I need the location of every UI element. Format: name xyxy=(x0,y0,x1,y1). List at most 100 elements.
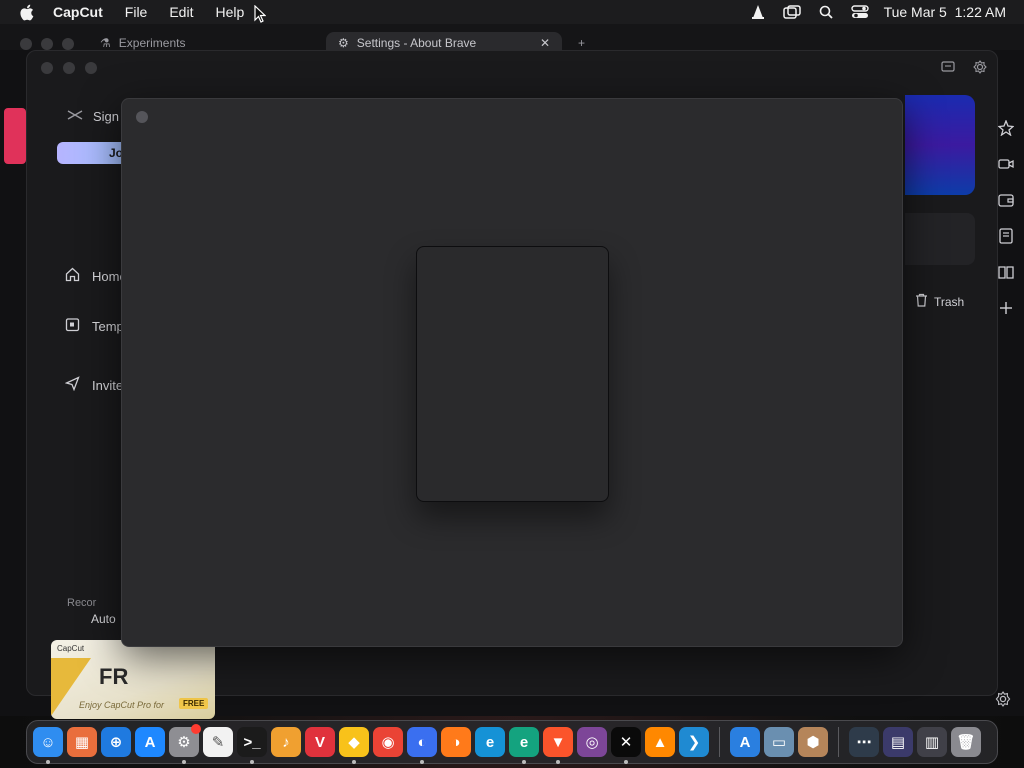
dock-launchpad-icon[interactable]: ▦ xyxy=(67,727,97,757)
templates-icon xyxy=(65,317,80,335)
settings-gear-icon: ⚙ xyxy=(338,36,349,50)
modal-window xyxy=(121,98,903,647)
tab-label: Experiments xyxy=(118,36,186,50)
send-icon xyxy=(64,376,80,394)
trash-button[interactable]: Trash xyxy=(915,293,964,310)
dock-xcode-instruments-icon[interactable]: A xyxy=(730,727,760,757)
running-indicator xyxy=(522,760,526,764)
spotlight-search-icon[interactable] xyxy=(816,4,836,20)
trash-label: Trash xyxy=(934,294,965,309)
minimize-window-button[interactable] xyxy=(41,38,53,50)
dock-window-stack-2-icon[interactable]: ▥ xyxy=(917,727,947,757)
browser-sidebar-accent xyxy=(4,108,26,164)
running-indicator xyxy=(352,760,356,764)
dock-tor-browser-icon[interactable]: ◎ xyxy=(577,727,607,757)
edit-menu[interactable]: Edit xyxy=(169,4,193,20)
dock-edge-icon[interactable]: e xyxy=(475,727,505,757)
auto-caption-label[interactable]: Auto xyxy=(91,612,116,626)
dock-brave-icon[interactable]: ▼ xyxy=(543,727,573,764)
loading-panel xyxy=(416,246,609,502)
browser-side-toolbar xyxy=(996,118,1016,318)
feedback-icon[interactable] xyxy=(941,60,955,79)
mouse-pointer-icon xyxy=(254,4,267,28)
file-menu[interactable]: File xyxy=(125,4,148,20)
dock-package-installer-icon[interactable]: ⬢ xyxy=(798,727,828,757)
help-menu[interactable]: Help xyxy=(215,4,244,20)
capcut-logo-icon xyxy=(67,109,83,124)
dock-system-settings-icon[interactable]: ⚙ xyxy=(169,724,201,764)
running-indicator xyxy=(250,760,254,764)
record-label: Recor xyxy=(67,597,97,609)
secondary-card[interactable] xyxy=(905,213,975,265)
dock-vscode-icon[interactable]: ❯ xyxy=(679,727,709,757)
bookmark-list-icon[interactable] xyxy=(996,226,1016,246)
app-name-menu[interactable]: CapCut xyxy=(53,4,103,20)
minimize-window-button[interactable] xyxy=(63,62,75,74)
dock-vlc-icon[interactable]: ▲ xyxy=(645,727,675,757)
dock: ☺ ▦ ⊕ A ⚙ ✎ >_ ♪ V ◆ ◉ ◐ ◑ e e ▼ ◎ ✕ ▲ ❯ A ▭ ⬢ ⋯ ▤ ▥ 🗑 xyxy=(26,720,998,764)
dock-vivaldi-icon[interactable]: V xyxy=(305,727,335,757)
zoom-window-button[interactable] xyxy=(85,62,97,74)
close-window-button[interactable] xyxy=(41,62,53,74)
dock-window-stack-1-icon[interactable]: ▤ xyxy=(883,727,913,757)
dock-chrome-icon[interactable]: ◉ xyxy=(373,727,403,757)
dock-firefox-icon[interactable]: ◑ xyxy=(441,727,471,757)
dock-firefox-dev-icon[interactable]: ◐ xyxy=(407,727,437,764)
home-icon xyxy=(65,267,80,285)
sidebar-item-label: Temp xyxy=(92,318,124,334)
running-indicator xyxy=(420,760,424,764)
sign-in-label: Sign xyxy=(93,109,120,124)
vlc-cone-icon[interactable] xyxy=(748,4,768,20)
sidebar-item-home[interactable]: Home xyxy=(65,267,127,285)
wallet-icon[interactable] xyxy=(996,190,1016,210)
tab-label: Settings - About Brave xyxy=(356,36,477,50)
sidebar-item-label: Invite xyxy=(92,377,124,393)
dock-separator xyxy=(719,727,720,757)
dock-downloads-stack-icon[interactable]: ⋯ xyxy=(849,727,879,757)
sidebar-item-templates[interactable]: Temp xyxy=(65,317,124,335)
dock-preview-icon[interactable]: ▭ xyxy=(764,727,794,757)
menu-bar: CapCut File Edit Help Tue Mar 5 1:22 AM xyxy=(0,0,1024,24)
dock-garageband-icon[interactable]: ♪ xyxy=(271,727,301,757)
promo-brand: CapCut xyxy=(57,644,85,653)
trash-icon xyxy=(915,293,928,310)
menu-bar-extras: Tue Mar 5 1:22 AM xyxy=(748,0,1006,24)
dock-textedit-icon[interactable]: ✎ xyxy=(203,727,233,757)
clock[interactable]: Tue Mar 5 1:22 AM xyxy=(884,4,1006,20)
add-panel-icon[interactable] xyxy=(996,298,1016,318)
dock-capcut-icon[interactable]: ✕ xyxy=(611,727,641,764)
close-tab-icon[interactable]: ✕ xyxy=(540,36,550,50)
modal-close-button[interactable] xyxy=(136,111,148,123)
control-center-icon[interactable] xyxy=(850,4,870,20)
video-camera-icon[interactable] xyxy=(996,154,1016,174)
gear-icon[interactable] xyxy=(995,691,1011,712)
zoom-window-button[interactable] xyxy=(62,38,74,50)
dock-terminal-icon[interactable]: >_ xyxy=(237,727,267,764)
settings-icon[interactable] xyxy=(973,60,987,79)
dock-finder-icon[interactable]: ☺ xyxy=(33,727,63,764)
apple-menu-icon[interactable] xyxy=(19,4,37,21)
star-sparkle-icon[interactable] xyxy=(996,118,1016,138)
close-window-button[interactable] xyxy=(20,38,32,50)
window-switcher-icon[interactable] xyxy=(782,4,802,20)
sidebar-item-invite[interactable]: Invite xyxy=(64,376,124,394)
pro-promo-card[interactable]: CapCut FR Enjoy CapCut Pro for FREE xyxy=(51,640,215,719)
reading-list-icon[interactable] xyxy=(996,262,1016,282)
featured-banner[interactable] xyxy=(905,95,975,195)
dock-safari-icon[interactable]: ⊕ xyxy=(101,727,131,757)
sign-in-entry[interactable]: Sign xyxy=(67,109,119,124)
promo-tagline: Enjoy CapCut Pro for xyxy=(79,700,165,710)
dock-app-store-icon[interactable]: A xyxy=(135,727,165,757)
capcut-title-actions xyxy=(941,60,987,79)
running-indicator xyxy=(46,760,50,764)
dock-edge-canary-icon[interactable]: e xyxy=(509,727,539,764)
plus-icon: + xyxy=(578,36,586,50)
promo-free-badge: FREE xyxy=(179,698,209,709)
browser-traffic-lights xyxy=(20,38,74,50)
running-indicator xyxy=(556,760,560,764)
desktop: CapCut File Edit Help Tue Mar 5 1:22 AM xyxy=(0,0,1024,768)
dock-trash-icon[interactable]: 🗑 xyxy=(951,727,981,757)
flask-icon: ⚗ xyxy=(100,36,111,50)
promo-headline: FR xyxy=(99,664,129,689)
dock-sketch-icon[interactable]: ◆ xyxy=(339,727,369,764)
